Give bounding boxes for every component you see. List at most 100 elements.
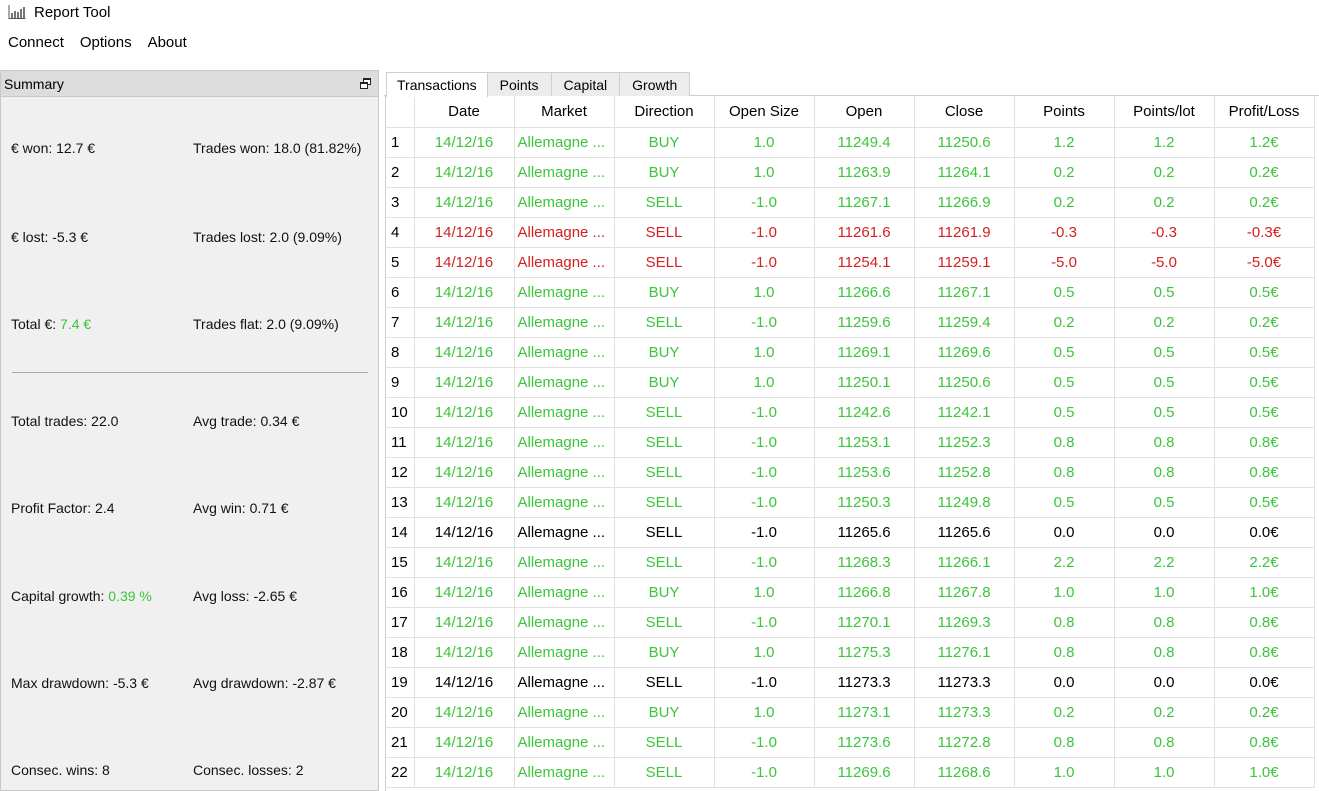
close-cell: 11264.1 [914,157,1015,188]
market-cell: Allemagne ... [514,427,615,458]
table-row[interactable]: 4 14/12/16 Allemagne ... SELL -1.0 11261.6 112… [386,217,1315,248]
stat-consec-wins: Consec. wins: 8 [11,762,110,778]
points-cell: 0.2 [1014,187,1115,218]
column-header-points[interactable]: Points [1014,96,1115,128]
table-row[interactable]: 22 14/12/16 Allemagne ... SELL -1.0 11269.6 11… [386,757,1315,788]
market-cell: Allemagne ... [514,457,615,488]
tab-points[interactable]: Points [486,72,552,96]
tab-transactions[interactable]: Transactions [386,72,488,97]
table-row[interactable]: 6 14/12/16 Allemagne ... BUY 1.0 11266.6 11267… [386,277,1315,308]
date-cell: 14/12/16 [414,607,515,638]
table-row[interactable]: 16 14/12/16 Allemagne ... BUY 1.0 11266.8 1126… [386,577,1315,608]
points-per-lot-cell: 1.0 [1114,577,1215,608]
summary-divider [12,372,368,373]
open-cell: 11254.1 [814,247,915,278]
table-row[interactable]: 21 14/12/16 Allemagne ... SELL -1.0 11273.6 11… [386,727,1315,758]
table-row[interactable]: 7 14/12/16 Allemagne ... SELL -1.0 11259.6 112… [386,307,1315,338]
open-cell: 11266.8 [814,577,915,608]
direction-cell: SELL [614,757,715,788]
column-header-open-size[interactable]: Open Size [714,96,815,128]
menu-about[interactable]: About [148,34,187,51]
table-row[interactable]: 9 14/12/16 Allemagne ... BUY 1.0 11250.1 11250… [386,367,1315,398]
menu-bar: Connect Options About [0,29,195,55]
column-header-market[interactable]: Market [514,96,615,128]
table-row[interactable]: 18 14/12/16 Allemagne ... BUY 1.0 11275.3 1127… [386,637,1315,668]
row-number: 5 [386,247,415,278]
open-size-cell: -1.0 [714,727,815,758]
table-row[interactable]: 8 14/12/16 Allemagne ... BUY 1.0 11269.1 11269… [386,337,1315,368]
close-cell: 11267.1 [914,277,1015,308]
column-header-close[interactable]: Close [914,96,1015,128]
profit-loss-cell: 0.2€ [1214,307,1315,338]
undock-icon[interactable] [360,77,372,90]
table-row[interactable]: 17 14/12/16 Allemagne ... SELL -1.0 11270.1 11… [386,607,1315,638]
table-row[interactable]: 3 14/12/16 Allemagne ... SELL -1.0 11267.1 112… [386,187,1315,218]
table-row[interactable]: 2 14/12/16 Allemagne ... BUY 1.0 11263.9 11264… [386,157,1315,188]
tab-capital[interactable]: Capital [550,72,621,96]
tab-growth[interactable]: Growth [619,72,691,96]
open-size-cell: 1.0 [714,577,815,608]
table-row[interactable]: 10 14/12/16 Allemagne ... SELL -1.0 11242.6 11… [386,397,1315,428]
table-header-row: Date Market Direction Open Size Open Clo… [386,96,1315,128]
open-size-cell: -1.0 [714,547,815,578]
table-row[interactable]: 20 14/12/16 Allemagne ... BUY 1.0 11273.1 1127… [386,697,1315,728]
points-per-lot-cell: 0.2 [1114,307,1215,338]
column-header-profit-loss[interactable]: Profit/Loss [1214,96,1315,128]
close-cell: 11259.4 [914,307,1015,338]
profit-loss-cell: 1.0€ [1214,577,1315,608]
open-cell: 11269.6 [814,757,915,788]
date-cell: 14/12/16 [414,307,515,338]
row-number: 21 [386,727,415,758]
direction-cell: SELL [614,247,715,278]
open-cell: 11273.3 [814,667,915,698]
close-cell: 11273.3 [914,697,1015,728]
market-cell: Allemagne ... [514,517,615,548]
row-number: 16 [386,577,415,608]
column-header-points-per-lot[interactable]: Points/lot [1114,96,1215,128]
menu-connect[interactable]: Connect [8,34,64,51]
profit-loss-cell: 1.0€ [1214,757,1315,788]
transactions-table-container[interactable]: Date Market Direction Open Size Open Clo… [385,96,1319,791]
points-cell: -0.3 [1014,217,1115,248]
points-per-lot-cell: -5.0 [1114,247,1215,278]
column-header-open[interactable]: Open [814,96,915,128]
market-cell: Allemagne ... [514,547,615,578]
open-cell: 11273.6 [814,727,915,758]
table-row[interactable]: 15 14/12/16 Allemagne ... SELL -1.0 11268.3 11… [386,547,1315,578]
direction-cell: BUY [614,127,715,158]
open-size-cell: 1.0 [714,367,815,398]
table-row[interactable]: 12 14/12/16 Allemagne ... SELL -1.0 11253.6 11… [386,457,1315,488]
open-cell: 11266.6 [814,277,915,308]
table-row[interactable]: 19 14/12/16 Allemagne ... SELL -1.0 11273.3 11… [386,667,1315,698]
points-per-lot-cell: 0.8 [1114,637,1215,668]
points-cell: 0.8 [1014,727,1115,758]
date-cell: 14/12/16 [414,727,515,758]
summary-title: Summary [4,75,64,92]
market-cell: Allemagne ... [514,577,615,608]
table-row[interactable]: 1 14/12/16 Allemagne ... BUY 1.0 11249.4 11250… [386,127,1315,158]
profit-loss-cell: 0.8€ [1214,427,1315,458]
table-row[interactable]: 14 14/12/16 Allemagne ... SELL -1.0 11265.6 11… [386,517,1315,548]
points-cell: 0.8 [1014,457,1115,488]
table-row[interactable]: 5 14/12/16 Allemagne ... SELL -1.0 11254.1 112… [386,247,1315,278]
date-cell: 14/12/16 [414,517,515,548]
column-header-date[interactable]: Date [414,96,515,128]
points-per-lot-cell: 1.0 [1114,757,1215,788]
close-cell: 11252.8 [914,457,1015,488]
summary-panel: Summary € won: 12.7 € Trades won: 18.0 (… [0,70,379,791]
column-header-direction[interactable]: Direction [614,96,715,128]
row-number: 20 [386,697,415,728]
open-size-cell: -1.0 [714,487,815,518]
table-row[interactable]: 13 14/12/16 Allemagne ... SELL -1.0 11250.3 11… [386,487,1315,518]
open-cell: 11253.6 [814,457,915,488]
open-cell: 11259.6 [814,307,915,338]
direction-cell: SELL [614,727,715,758]
close-cell: 11259.1 [914,247,1015,278]
open-size-cell: 1.0 [714,697,815,728]
points-per-lot-cell: -0.3 [1114,217,1215,248]
table-row[interactable]: 11 14/12/16 Allemagne ... SELL -1.0 11253.1 11… [386,427,1315,458]
stat-lost: € lost: -5.3 € [11,229,89,245]
menu-options[interactable]: Options [80,34,132,51]
date-cell: 14/12/16 [414,247,515,278]
chart-icon [8,5,26,19]
